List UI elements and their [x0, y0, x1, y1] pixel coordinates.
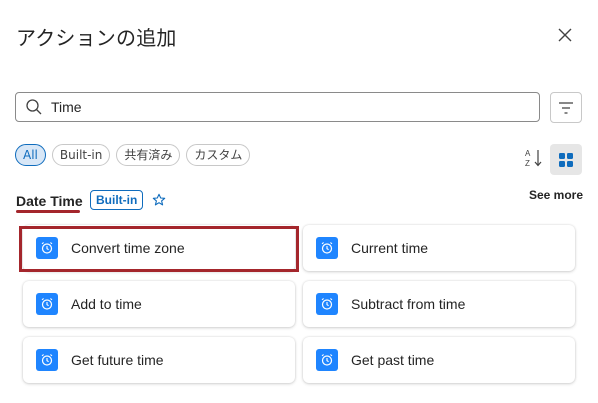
chip-custom[interactable]: カスタム [186, 144, 251, 166]
sort-button[interactable]: A Z [524, 147, 544, 169]
chip-shared[interactable]: 共有済み [116, 144, 181, 166]
sort-az-icon: A Z [525, 149, 542, 168]
dialog-title: アクションの追加 [16, 26, 177, 50]
alarm-clock-icon [316, 293, 338, 315]
chip-all[interactable]: All [15, 144, 46, 166]
see-more-link[interactable]: See more [529, 188, 583, 202]
filter-button[interactable] [550, 92, 582, 123]
action-card-get-past-time[interactable]: Get past time [303, 337, 575, 383]
section-title: Date Time [16, 193, 83, 209]
action-label: Get future time [71, 352, 164, 368]
search-field[interactable] [15, 92, 540, 122]
alarm-clock-icon [316, 237, 338, 259]
alarm-clock-icon [316, 349, 338, 371]
search-input[interactable] [51, 99, 539, 115]
chip-built-in[interactable]: Built-in [51, 144, 111, 166]
alarm-clock-icon [36, 293, 58, 315]
action-label: Add to time [71, 296, 142, 312]
filter-chips: All Built-in 共有済み カスタム [15, 144, 251, 166]
action-card-subtract-from-time[interactable]: Subtract from time [303, 281, 575, 327]
alarm-clock-icon [36, 349, 58, 371]
grid-view-icon [559, 152, 573, 167]
favorite-button[interactable] [152, 193, 166, 207]
action-label: Subtract from time [351, 296, 466, 312]
filter-icon [559, 101, 573, 114]
svg-text:Z: Z [525, 159, 530, 168]
grid-view-button[interactable] [550, 144, 582, 175]
action-card-add-to-time[interactable]: Add to time [23, 281, 295, 327]
built-in-badge: Built-in [90, 190, 144, 210]
highlight-box [19, 226, 299, 272]
action-label: Get past time [351, 352, 435, 368]
search-icon [25, 97, 45, 117]
section-title-underline [16, 210, 80, 213]
svg-text:A: A [525, 149, 531, 158]
action-card-get-future-time[interactable]: Get future time [23, 337, 295, 383]
action-card-current-time[interactable]: Current time [303, 225, 575, 271]
close-button[interactable] [552, 22, 578, 48]
close-icon [558, 28, 572, 42]
star-icon [152, 193, 166, 206]
action-label: Current time [351, 240, 429, 256]
